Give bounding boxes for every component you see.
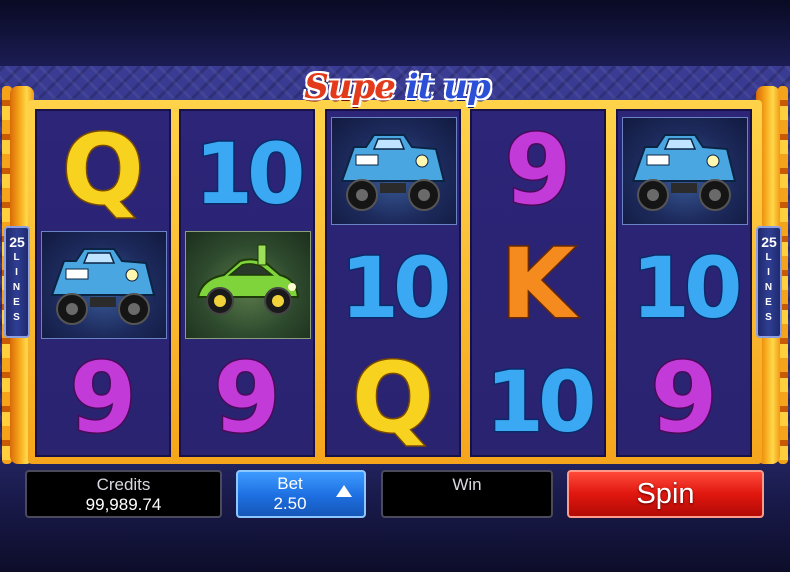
- lines-letter: S: [765, 312, 773, 323]
- lines-letter: E: [13, 297, 21, 308]
- bet-button[interactable]: Bet 2.50: [236, 470, 366, 518]
- symbol-glyph: 9: [68, 345, 138, 453]
- symbol-glyph: 9: [503, 117, 573, 225]
- lines-letter: E: [765, 297, 773, 308]
- symbol-label: 10: [341, 239, 448, 337]
- triangle-up-icon[interactable]: [336, 485, 352, 497]
- symbol-glyph: 9: [212, 345, 282, 453]
- symbol-label: Q: [62, 117, 144, 225]
- lines-badge-right: 25 L I N E S: [756, 226, 782, 338]
- symbol-glyph: 9: [649, 345, 719, 453]
- symbol-blue-monster-truck: [618, 113, 750, 228]
- blue-monster-truck-icon: [625, 125, 743, 217]
- green-sports-car-icon: [188, 239, 306, 331]
- lines-letter: S: [13, 312, 21, 323]
- symbol-label: K: [501, 231, 579, 339]
- reel-4: 9 K 10: [470, 109, 606, 457]
- symbol-green-sports-car: [181, 227, 313, 342]
- symbol-label: 9: [651, 345, 718, 453]
- symbol-k: K: [472, 227, 604, 342]
- lines-count: 25: [761, 234, 777, 250]
- symbol-10: 10: [181, 113, 313, 228]
- symbol-glyph: 10: [339, 237, 455, 338]
- symbol-glyph: 10: [193, 123, 309, 224]
- blue-monster-truck-icon: [334, 125, 452, 217]
- symbol-9: 9: [618, 341, 750, 456]
- lines-letter: N: [12, 282, 22, 293]
- symbol-label: 10: [195, 125, 302, 223]
- reel-2: 10 9: [179, 109, 315, 457]
- symbol-q: Q: [37, 113, 169, 228]
- symbol-9: 9: [181, 341, 313, 456]
- win-label: Win: [452, 475, 482, 494]
- lines-letter: L: [13, 252, 21, 263]
- lines-letter: L: [765, 252, 773, 263]
- lines-letter: N: [764, 282, 774, 293]
- symbol-glyph: Q: [351, 345, 436, 453]
- game-logo: Supe it up: [268, 66, 526, 108]
- symbol-label: 9: [70, 345, 137, 453]
- symbol-10: 10: [618, 227, 750, 342]
- credits-display: Credits 99,989.74: [25, 470, 222, 518]
- symbol-label: 9: [214, 345, 281, 453]
- lines-letter: I: [767, 267, 771, 278]
- reel-5: 10 9: [616, 109, 752, 457]
- symbol-blue-monster-truck: [327, 113, 459, 228]
- lines-letter: I: [15, 267, 19, 278]
- win-display: Win: [381, 470, 553, 518]
- top-background: [0, 0, 790, 72]
- symbol-blue-monster-truck: [37, 227, 169, 342]
- symbol-q: Q: [327, 341, 459, 456]
- blue-monster-truck-icon: [44, 239, 162, 331]
- symbol-glyph: K: [499, 231, 580, 339]
- spin-button[interactable]: Spin: [567, 470, 764, 518]
- spin-label: Spin: [636, 477, 695, 510]
- symbol-10: 10: [327, 227, 459, 342]
- lines-badge-left: 25 L I N E S: [4, 226, 30, 338]
- symbol-label: 10: [632, 239, 739, 337]
- symbol-10: 10: [472, 341, 604, 456]
- logo-title-part2: it up: [405, 67, 491, 107]
- symbol-glyph: 10: [630, 237, 746, 338]
- symbol-9: 9: [472, 113, 604, 228]
- symbol-glyph: Q: [61, 117, 146, 225]
- bet-value: 2.50: [273, 494, 307, 513]
- symbol-label: 9: [505, 117, 572, 225]
- symbol-label: 10: [486, 353, 593, 451]
- symbol-9: 9: [37, 341, 169, 456]
- symbol-glyph: 10: [484, 351, 600, 452]
- symbol-label: Q: [352, 345, 434, 453]
- bet-label: Bet: [277, 474, 303, 493]
- logo-title-part1: Supe: [304, 67, 396, 107]
- reel-3: 10 Q: [325, 109, 461, 457]
- lines-count: 25: [9, 234, 25, 250]
- credits-value: 99,989.74: [85, 495, 162, 514]
- reel-1: Q9: [35, 109, 171, 457]
- credits-label: Credits: [96, 475, 151, 494]
